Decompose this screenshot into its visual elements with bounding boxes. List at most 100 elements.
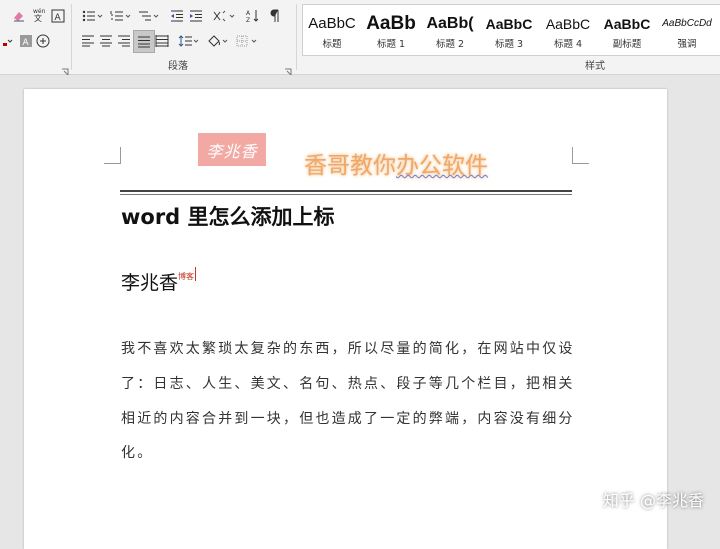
align-center-icon [99,35,113,47]
align-left-button[interactable] [80,32,96,50]
font-group: wén 文 A A [0,0,72,77]
style-sample: AaBb( [426,15,474,32]
paint-bucket-icon [207,35,229,47]
character-shading-button[interactable]: A [18,32,34,50]
svg-text:A: A [55,13,62,23]
svg-text:A: A [246,10,251,17]
eraser-icon [12,9,26,23]
circled-char-icon [36,34,50,48]
style-heading-4[interactable]: AaBbC 标题 4 [539,5,597,55]
increase-indent-button[interactable] [187,7,205,25]
chinese-layout-icon [212,10,238,22]
style-sample: AaBbC [545,16,591,32]
document-area: 李兆香 香哥教你办公软件 word 里怎么添加上标 李兆香博客 我不喜欢太繁琐太… [0,75,720,549]
font-dialog-launcher[interactable] [61,62,70,77]
header-title-part: 香哥教你 [304,153,396,179]
header-rule [120,190,572,192]
body-text-line: 了：日志、人生、美文、名句、热点、段子等几个栏目，把相关 [121,376,575,392]
style-name: 标题 4 [553,39,583,50]
margin-corner-mark [572,147,589,164]
align-center-button[interactable] [98,32,114,50]
styles-group-label: 样式 [585,61,605,72]
justify-button[interactable] [133,30,155,53]
multilevel-list-icon [138,10,160,22]
show-hide-marks-button[interactable] [266,7,284,25]
author-stamp: 李兆香 [198,133,266,166]
numbering-button[interactable] [108,7,134,25]
svg-text:文: 文 [34,13,42,22]
stamp-text: 李兆香 [206,141,258,161]
paragraph-group-label: 段落 [168,61,188,72]
line-spacing-icon [178,35,200,47]
document-page[interactable]: 李兆香 香哥教你办公软件 word 里怎么添加上标 李兆香博客 我不喜欢太繁琐太… [24,89,667,549]
styles-gallery: AaBbC 标题 AaBb 标题 1 AaBb( 标题 2 AaBbC 标题 3… [302,4,720,56]
author-line: 李兆香博客 [121,267,197,295]
margin-corner-mark [104,147,121,164]
decrease-indent-button[interactable] [168,7,186,25]
distributed-button[interactable] [154,32,170,50]
clear-formatting-button[interactable] [10,7,28,25]
distribute-icon [155,35,169,47]
style-sample: AaBbC [485,16,533,32]
style-heading-2[interactable]: AaBb( 标题 2 [421,5,479,55]
justify-icon [137,36,151,48]
sort-button[interactable]: AZ [244,7,262,25]
align-right-icon [117,35,131,47]
style-name: 标题 1 [376,39,406,50]
pilcrow-icon [269,9,281,23]
style-title[interactable]: AaBbC 标题 [303,5,361,55]
style-heading-1[interactable]: AaBb 标题 1 [362,5,420,55]
style-sample: AaBbC [603,16,651,32]
indent-icon [189,10,203,22]
border-grid-icon [236,35,262,47]
body-text-line: 相近的内容合并到一块，但也造成了一定的弊端，内容没有细分 [121,411,575,427]
style-sample: AaBb [366,13,416,34]
enclose-characters-button[interactable] [35,32,51,50]
chinese-layout-button[interactable] [210,7,240,25]
style-name: 标题 [322,39,342,50]
header-rule-thin [120,194,572,195]
multilevel-list-button[interactable] [136,7,162,25]
svg-text:Z: Z [246,17,250,23]
align-left-icon [81,35,95,47]
character-border-button[interactable]: A [50,7,66,25]
author-name: 李兆香 [121,272,179,294]
style-name: 标题 2 [435,39,465,50]
style-subtitle[interactable]: AaBbC 副标题 [598,5,656,55]
zhihu-watermark: 知乎 @李兆香 [602,491,704,510]
author-superscript: 博客 [178,272,195,281]
body-text-line: 化。 [121,445,154,461]
ribbon: wén 文 A A A Z 段落 AaBbC 标题 AaBb 标题 1 AaBb… [0,0,720,77]
header-title: 香哥教你办公软件 [304,146,488,180]
borders-button[interactable] [234,32,264,50]
boxed-a-icon: A [51,9,65,23]
outdent-icon [170,10,184,22]
font-color-dropdown[interactable] [0,32,16,50]
bullets-button[interactable] [80,7,106,25]
document-heading: word 里怎么添加上标 [121,205,335,229]
style-name: 标题 3 [494,39,524,50]
group-separator [296,4,297,70]
style-name: 副标题 [612,39,642,50]
paragraph-dialog-launcher[interactable] [284,62,293,77]
text-cursor [195,267,197,281]
style-name: 强调 [677,39,697,50]
style-heading-3[interactable]: AaBbC 标题 3 [480,5,538,55]
sort-icon: AZ [246,9,260,23]
style-sample: AaBbCcDd [662,18,712,29]
align-right-button[interactable] [116,32,132,50]
shaded-a-icon: A [19,34,33,48]
chevron-down-icon [3,36,13,46]
body-text-line: 我不喜欢太繁琐太复杂的东西，所以尽量的简化，在网站中仅设 [121,341,575,357]
style-sample: AaBbC [308,15,356,32]
style-emphasis[interactable]: AaBbCcDd 强调 [657,5,717,55]
svg-text:A: A [23,38,30,48]
phonetic-guide-button[interactable]: wén 文 [30,5,48,23]
paragraph-group: AZ 段落 [72,0,296,77]
pinyin-icon: wén 文 [31,6,47,22]
numbered-list-icon [110,10,132,22]
header-title-underlined: 办公软件 [396,153,488,179]
bullet-list-icon [82,10,104,22]
shading-button[interactable] [205,32,231,50]
line-spacing-button[interactable] [176,32,202,50]
